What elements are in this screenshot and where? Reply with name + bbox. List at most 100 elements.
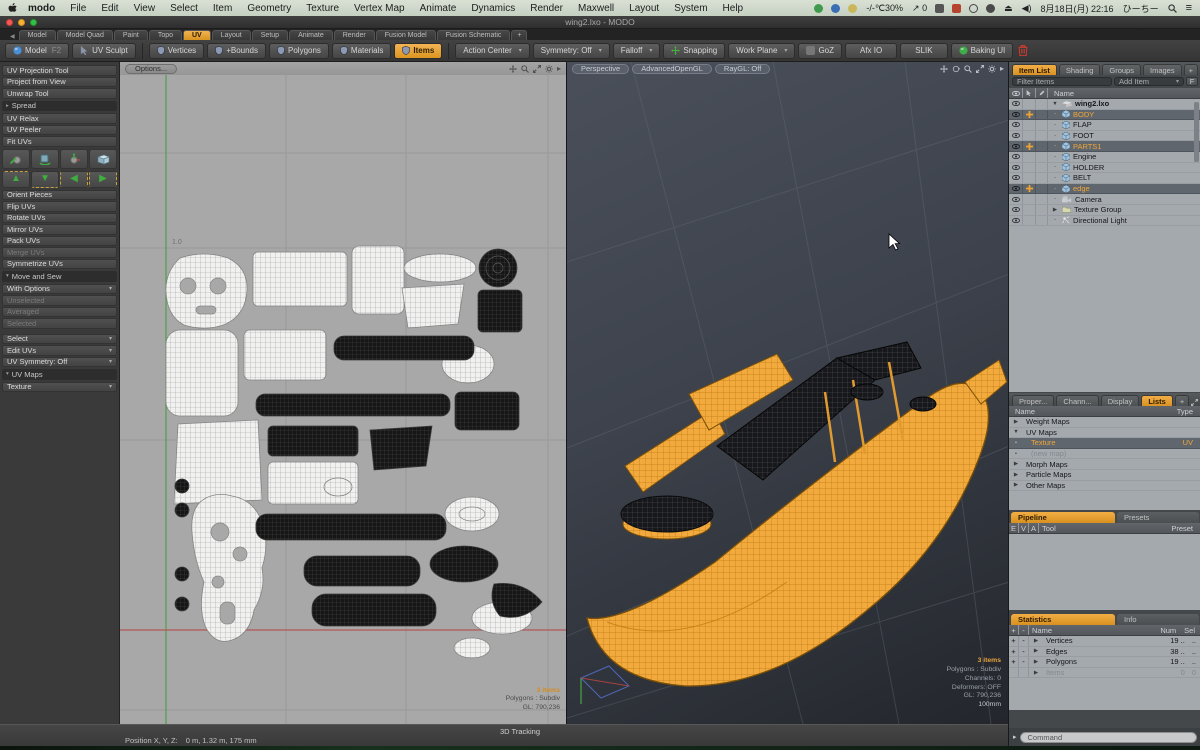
- menu-item-8[interactable]: Animate: [420, 3, 457, 14]
- status-icon-clock[interactable]: [969, 4, 978, 13]
- item-row-parts1[interactable]: - PARTS1: [1009, 141, 1200, 152]
- list-label[interactable]: Texture: [1031, 438, 1056, 447]
- raygl-button[interactable]: RayGL: Off: [715, 64, 770, 74]
- list-row-weight-maps[interactable]: ▶Weight Maps: [1009, 417, 1200, 428]
- menu-item-9[interactable]: Dynamics: [471, 3, 515, 14]
- menu-item-12[interactable]: Layout: [629, 3, 659, 14]
- tab-channels[interactable]: Chann...: [1056, 395, 1098, 406]
- slik-button[interactable]: SLIK: [900, 43, 947, 59]
- item-label[interactable]: edge: [1073, 184, 1090, 193]
- command-input[interactable]: Command: [1020, 732, 1197, 743]
- status-icon-grid[interactable]: [935, 4, 944, 13]
- item-row-belt[interactable]: - BELT: [1009, 173, 1200, 184]
- menu-item-3[interactable]: Select: [170, 3, 198, 14]
- tab-shading[interactable]: Shading: [1059, 64, 1101, 75]
- maximize-view-icon[interactable]: [976, 65, 984, 73]
- pan-view-icon[interactable]: [509, 65, 517, 73]
- filter-items-input[interactable]: Filter Items: [1012, 77, 1112, 87]
- shading-mode-button[interactable]: AdvancedOpenGL: [632, 64, 712, 74]
- status-icon-eject[interactable]: ⏏: [1004, 3, 1013, 14]
- tab-item-list[interactable]: Item List: [1012, 64, 1057, 75]
- zoom-view-icon[interactable]: [964, 65, 972, 73]
- with-options-dropdown[interactable]: With Options: [2, 284, 117, 295]
- fit-uvs-button[interactable]: Fit UVs: [2, 136, 117, 147]
- uv-symmetry-dropdown[interactable]: UV Symmetry: Off: [2, 357, 117, 368]
- item-row-scene[interactable]: ▼ wing2.lxo: [1009, 99, 1200, 110]
- item-label[interactable]: FOOT: [1073, 131, 1094, 140]
- visibility-eye-icon[interactable]: [1009, 194, 1023, 204]
- workspace-tab-4[interactable]: UV: [183, 30, 211, 40]
- list-row-new-map[interactable]: •(new map): [1009, 449, 1200, 460]
- menu-item-5[interactable]: Geometry: [247, 3, 291, 14]
- orbit-view-icon[interactable]: [952, 65, 960, 73]
- stats-remove-button[interactable]: -: [1019, 647, 1029, 657]
- list-label[interactable]: Other Maps: [1026, 481, 1065, 490]
- item-label[interactable]: BODY: [1073, 110, 1094, 119]
- item-row-texture-group[interactable]: ▶ Texture Group: [1009, 205, 1200, 216]
- add-workspace-tab-button[interactable]: +: [511, 30, 527, 40]
- uv-sculpt-button[interactable]: UV Sculpt: [72, 43, 136, 59]
- texture-map-dropdown[interactable]: Texture: [2, 382, 117, 393]
- selection-mode-2[interactable]: Polygons: [269, 43, 329, 59]
- workspace-tab-7[interactable]: Animate: [289, 30, 333, 40]
- stats-remove-button[interactable]: -: [1019, 636, 1029, 646]
- expander-icon[interactable]: ▶: [1029, 659, 1043, 665]
- move-uv-left-button[interactable]: ◀: [60, 171, 88, 188]
- uv-projection-tool-button[interactable]: UV Projection Tool: [2, 65, 117, 76]
- add-panel-tab-button[interactable]: +: [1175, 395, 1189, 406]
- stats-add-button[interactable]: +: [1009, 636, 1019, 646]
- tab-groups[interactable]: Groups: [1102, 64, 1141, 75]
- work-plane-dropdown[interactable]: Work Plane: [728, 43, 795, 59]
- item-label[interactable]: Engine: [1073, 152, 1096, 161]
- stats-add-button[interactable]: +: [1009, 657, 1019, 667]
- tab-presets[interactable]: Presets: [1117, 512, 1199, 523]
- maximize-view-icon[interactable]: [533, 65, 541, 73]
- zoom-view-icon[interactable]: [521, 65, 529, 73]
- expander-icon[interactable]: ▶: [1009, 461, 1023, 467]
- detach-panel-icon[interactable]: [1191, 399, 1198, 406]
- item-row-holder[interactable]: - HOLDER: [1009, 163, 1200, 174]
- menu-item-2[interactable]: View: [134, 3, 156, 14]
- visibility-eye-icon[interactable]: [1009, 216, 1023, 226]
- orient-pieces-button[interactable]: Orient Pieces: [2, 190, 117, 201]
- tab-scroll-left-icon[interactable]: ◀: [10, 33, 15, 40]
- name-column-header[interactable]: Name: [1054, 89, 1074, 98]
- menu-item-7[interactable]: Vertex Map: [354, 3, 405, 14]
- pan-view-icon[interactable]: [940, 65, 948, 73]
- visibility-eye-icon[interactable]: [1009, 152, 1023, 162]
- workspace-tab-1[interactable]: Model Quad: [57, 30, 113, 40]
- expander-icon[interactable]: ▼: [1009, 429, 1023, 435]
- expander-icon[interactable]: ▶: [1029, 648, 1043, 654]
- notification-center-icon[interactable]: ≡: [1186, 2, 1192, 14]
- status-icon-globe[interactable]: [831, 4, 840, 13]
- move-uv-up-button[interactable]: ▲: [2, 171, 30, 188]
- afx-io-button[interactable]: Afx IO: [845, 43, 897, 59]
- item-row-camera[interactable]: - Camera: [1009, 194, 1200, 205]
- expander-icon[interactable]: ▶: [1009, 419, 1023, 425]
- list-label[interactable]: (new map): [1031, 449, 1066, 458]
- item-list-scrollbar[interactable]: [1194, 102, 1199, 162]
- visibility-eye-icon[interactable]: [1009, 131, 1023, 141]
- list-row-other-maps[interactable]: ▶Other Maps: [1009, 481, 1200, 492]
- add-panel-tab-button[interactable]: +: [1184, 64, 1198, 75]
- item-label[interactable]: BELT: [1073, 173, 1091, 182]
- viewport-settings-gear-icon[interactable]: [545, 65, 553, 73]
- move-and-sew-section-header[interactable]: ▾Move and Sew: [2, 271, 117, 282]
- workspace-tab-2[interactable]: Paint: [114, 30, 148, 40]
- uv-transform-tool-button[interactable]: [2, 149, 30, 169]
- visibility-eye-icon[interactable]: [1009, 141, 1023, 151]
- menu-item-0[interactable]: File: [70, 3, 86, 14]
- edit-uvs-dropdown[interactable]: Edit UVs: [2, 345, 117, 356]
- item-label[interactable]: Directional Light: [1073, 216, 1127, 225]
- symmetrize-uvs-button[interactable]: Symmetrize UVs: [2, 259, 117, 270]
- move-uv-down-button[interactable]: ▼: [31, 171, 59, 188]
- item-label[interactable]: wing2.lxo: [1075, 99, 1109, 108]
- status-icon-green-app[interactable]: [814, 4, 823, 13]
- tab-images[interactable]: Images: [1143, 64, 1182, 75]
- viewport-menu-arrow-icon[interactable]: ▸: [1000, 64, 1004, 73]
- selection-mode-4[interactable]: Items: [394, 43, 442, 59]
- rotate-uvs-button[interactable]: Rotate UVs: [2, 213, 117, 224]
- tab-info[interactable]: Info: [1117, 614, 1199, 625]
- stats-row-edges[interactable]: +-▶Edges38 ....: [1009, 647, 1200, 658]
- item-row-body[interactable]: - BODY: [1009, 110, 1200, 121]
